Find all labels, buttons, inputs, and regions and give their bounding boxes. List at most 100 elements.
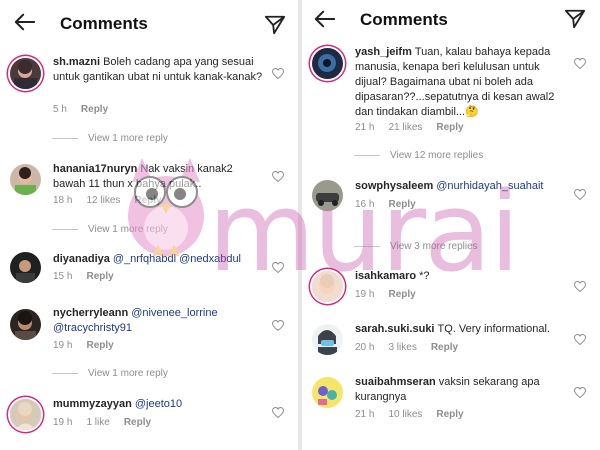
like-heart-icon[interactable] [272, 68, 284, 79]
like-heart-icon[interactable] [574, 281, 586, 292]
page-title: Comments [60, 14, 148, 33]
reply-button[interactable]: Reply [86, 271, 113, 282]
comment-meta: 19 h 1 like Reply [53, 417, 165, 428]
comment-username[interactable]: sowphysaleem [355, 180, 433, 192]
view-more-replies-label: View 3 more replies [390, 241, 478, 252]
comment-text: sh.mazni Boleh cadang apa yang sesuai unt… [53, 55, 266, 85]
page-title: Comments [360, 10, 448, 29]
comment-time: 19 h [53, 340, 73, 351]
reply-button[interactable]: Reply [86, 340, 113, 351]
comment-text: diyanadiya @_nrfqhabdl @nedxabdul [53, 252, 266, 267]
comment-text: suaibahmseran vaksin sekarang apa kurangn… [355, 375, 568, 405]
reply-button[interactable]: Reply [436, 409, 463, 420]
avatar[interactable] [10, 58, 41, 89]
send-paper-plane-icon[interactable] [564, 8, 586, 30]
divider-line [354, 154, 380, 156]
back-arrow-icon[interactable] [14, 12, 36, 32]
comment-likes[interactable]: 1 like [86, 417, 109, 428]
avatar[interactable] [10, 164, 41, 195]
comments-panel-right: Comments yash_jeifm Tuan, kalau bahaya ke… [302, 0, 600, 450]
comment-meta: 15 h Reply [53, 271, 128, 282]
comment-mention[interactable]: @jeeto10 [135, 398, 182, 410]
comment-username[interactable]: hanania17nuryn [53, 163, 137, 175]
like-heart-icon[interactable] [574, 189, 586, 200]
comment-meta: 18 h 12 likes Reply [53, 195, 176, 206]
comment-meta: 19 h Reply [53, 340, 128, 351]
like-heart-icon[interactable] [272, 320, 284, 331]
comment-meta: 5 h Reply [53, 104, 122, 115]
avatar[interactable] [312, 48, 343, 79]
comment-username[interactable]: sh.mazni [53, 56, 100, 68]
avatar[interactable] [312, 271, 343, 302]
comment-username[interactable]: nycherryleann [53, 307, 128, 319]
comment-username[interactable]: isahkamaro [355, 270, 416, 282]
reply-button[interactable]: Reply [134, 195, 161, 206]
comment-body: *? [419, 270, 430, 282]
comment-username[interactable]: suaibahmseran [355, 376, 436, 388]
comment-username[interactable]: sarah.suki.suki [355, 323, 435, 335]
divider-line [52, 137, 78, 139]
comment-time: 18 h [53, 195, 73, 206]
comment-text: nycherryleann @nivenee_lorrine @tracychri… [53, 306, 266, 336]
comment-time: 21 h [355, 122, 375, 133]
view-more-replies[interactable]: View 1 more reply [52, 224, 168, 235]
comment-text: hanania17nuryn Nak vaksin kanak2 bawah 11… [53, 162, 266, 192]
comment-time: 19 h [355, 289, 375, 300]
comment-likes[interactable]: 12 likes [86, 195, 120, 206]
reply-button[interactable]: Reply [388, 199, 415, 210]
comment-mention[interactable]: @_nrfqhabdl @nedxabdul [113, 253, 241, 265]
like-heart-icon[interactable] [272, 171, 284, 182]
view-more-replies[interactable]: View 3 more replies [354, 241, 478, 252]
comment-meta: 16 h Reply [355, 199, 430, 210]
divider-line [354, 245, 380, 247]
comment-username[interactable]: mummyzayyan [53, 398, 132, 410]
comment-mention[interactable]: @nurhidayah_suahait [436, 180, 543, 192]
comments-panel-left: Comments sh.mazni Boleh cadang apa yang s… [0, 0, 298, 450]
comment-meta: 20 h 3 likes Reply [355, 342, 472, 353]
comment-time: 15 h [53, 271, 73, 282]
comment-likes[interactable]: 21 likes [388, 122, 422, 133]
comment-text: mummyzayyan @jeeto10 [53, 397, 266, 412]
reply-button[interactable]: Reply [81, 104, 108, 115]
reply-button[interactable]: Reply [436, 122, 463, 133]
comment-body: TQ. Very informational. [437, 323, 551, 335]
comment-time: 19 h [53, 417, 73, 428]
avatar[interactable] [10, 252, 41, 283]
comment-text: sarah.suki.suki TQ. Very informational. [355, 322, 568, 337]
comment-likes[interactable]: 10 likes [388, 409, 422, 420]
view-more-replies-label: View 1 more reply [88, 368, 168, 379]
reply-button[interactable]: Reply [124, 417, 151, 428]
avatar[interactable] [312, 377, 343, 408]
view-more-replies[interactable]: View 12 more replies [354, 150, 483, 161]
like-heart-icon[interactable] [272, 262, 284, 273]
header: Comments [302, 0, 600, 40]
avatar[interactable] [312, 324, 343, 355]
reply-button[interactable]: Reply [388, 289, 415, 300]
comment-username[interactable]: diyanadiya [53, 253, 110, 265]
comment-meta: 21 h 21 likes Reply [355, 122, 478, 133]
view-more-replies[interactable]: View 1 more reply [52, 133, 168, 144]
view-more-replies-label: View 1 more reply [88, 224, 168, 235]
comment-time: 16 h [355, 199, 375, 210]
comment-likes[interactable]: 3 likes [388, 342, 416, 353]
like-heart-icon[interactable] [272, 407, 284, 418]
send-paper-plane-icon[interactable] [264, 14, 286, 36]
avatar[interactable] [312, 180, 343, 211]
divider-line [52, 372, 78, 374]
like-heart-icon[interactable] [574, 387, 586, 398]
comment-meta: 21 h 10 likes Reply [355, 409, 478, 420]
view-more-replies[interactable]: View 1 more reply [52, 368, 168, 379]
avatar[interactable] [10, 399, 41, 430]
avatar[interactable] [10, 309, 41, 340]
comment-text: isahkamaro *? [355, 269, 568, 284]
comment-time: 20 h [355, 342, 375, 353]
comment-time: 21 h [355, 409, 375, 420]
comment-text: sowphysaleem @nurhidayah_suahait [355, 179, 568, 194]
like-heart-icon[interactable] [574, 334, 586, 345]
comment-time: 5 h [53, 104, 67, 115]
comment-text: yash_jeifm Tuan, kalau bahaya kepada manu… [355, 45, 568, 120]
back-arrow-icon[interactable] [314, 9, 336, 29]
reply-button[interactable]: Reply [431, 342, 458, 353]
like-heart-icon[interactable] [574, 58, 586, 69]
comment-username[interactable]: yash_jeifm [355, 46, 412, 58]
